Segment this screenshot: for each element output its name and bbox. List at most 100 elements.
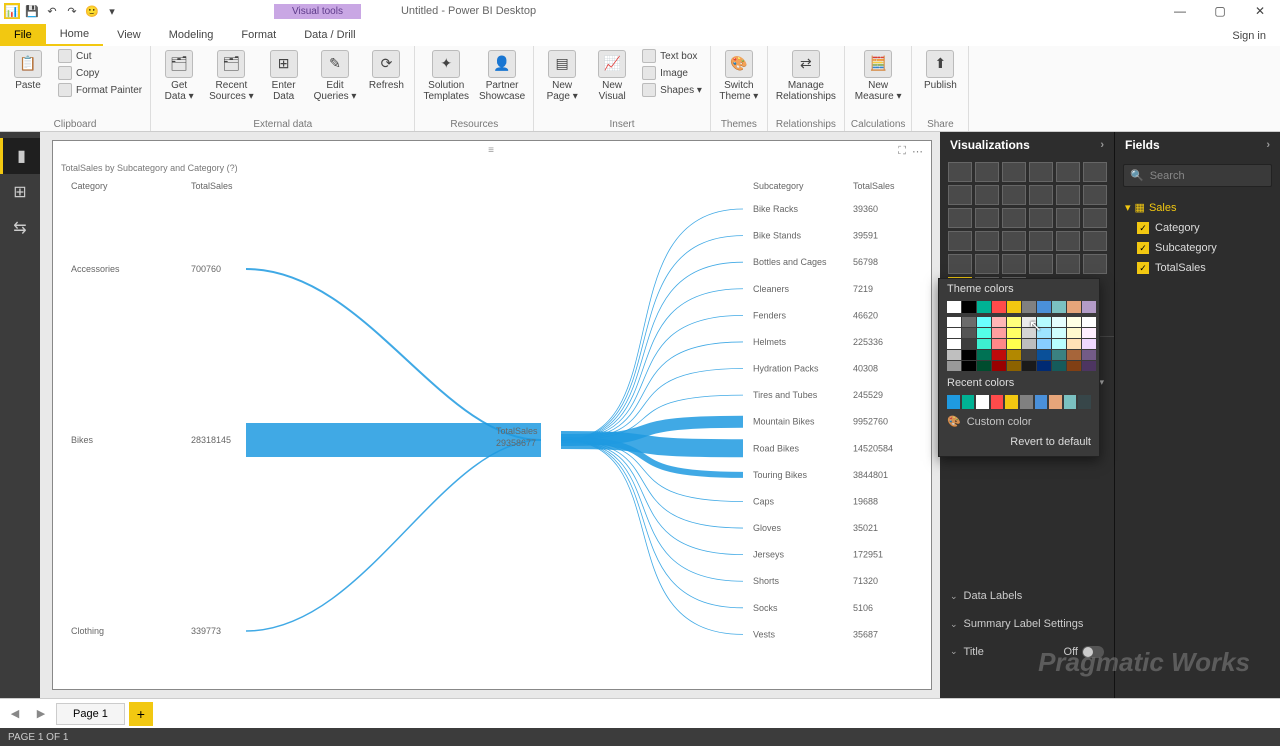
view-tab[interactable]: View [103,24,155,46]
table-node[interactable]: ▾▦Sales [1119,197,1276,218]
color-swatch[interactable] [1049,395,1062,409]
fields-search[interactable]: 🔍Search [1123,164,1272,187]
color-swatch[interactable] [947,317,961,327]
color-swatch[interactable] [992,317,1006,327]
checkbox-icon[interactable]: ✓ [1137,222,1149,234]
color-swatch[interactable] [976,395,989,409]
color-swatch[interactable] [1067,328,1081,338]
color-swatch[interactable] [992,339,1006,349]
color-swatch[interactable] [962,328,976,338]
more-options-icon[interactable]: ⋯ [912,145,923,158]
color-swatch[interactable] [1082,350,1096,360]
copy-button[interactable]: Copy [56,65,144,81]
page-prev-button[interactable]: ◀ [4,703,26,725]
color-swatch[interactable] [992,350,1006,360]
recent-sources-button[interactable]: 🗂Recent Sources ▾ [207,48,255,104]
cut-button[interactable]: Cut [56,48,144,64]
color-swatch[interactable] [947,328,961,338]
refresh-button[interactable]: ⟳Refresh [364,48,408,93]
report-view-icon[interactable]: ▮ [0,138,40,174]
datadrill-tab[interactable]: Data / Drill [290,24,369,46]
color-swatch[interactable] [1067,361,1081,371]
color-swatch[interactable] [1067,350,1081,360]
theme-shade-grid[interactable] [939,315,1099,373]
new-measure-button[interactable]: 🧮New Measure ▾ [853,48,904,104]
visual-type-icon[interactable] [975,162,999,182]
collapse-icon[interactable]: › [1100,139,1104,151]
color-swatch[interactable] [962,317,976,327]
textbox-button[interactable]: Text box [640,48,704,64]
manage-relationships-button[interactable]: ⇄Manage Relationships [774,48,838,104]
revert-default-link[interactable]: Revert to default [939,432,1099,452]
close-button[interactable]: ✕ [1240,0,1280,22]
visual-type-icon[interactable] [1002,231,1026,251]
field-item[interactable]: ✓Subcategory [1119,238,1276,258]
color-swatch[interactable] [947,339,961,349]
color-swatch[interactable] [947,350,961,360]
color-swatch[interactable] [1067,301,1081,313]
color-swatch[interactable] [1020,395,1033,409]
add-page-button[interactable]: + [129,702,153,726]
color-swatch[interactable] [1037,301,1051,313]
model-view-icon[interactable]: ⇆ [0,210,40,246]
visual-type-icon[interactable] [1002,254,1026,274]
summary-label-section[interactable]: ⌄Summary Label Settings [940,610,1114,638]
color-swatch[interactable] [1007,339,1021,349]
visual-type-icon[interactable] [948,162,972,182]
field-item[interactable]: ✓Category [1119,218,1276,238]
color-swatch[interactable] [1022,301,1036,313]
color-swatch[interactable] [1067,317,1081,327]
color-swatch[interactable] [1052,339,1066,349]
color-swatch[interactable] [1078,395,1091,409]
color-swatch[interactable] [992,361,1006,371]
color-swatch[interactable] [1037,317,1051,327]
color-swatch[interactable] [992,328,1006,338]
color-swatch[interactable] [1082,317,1096,327]
color-swatch[interactable] [962,339,976,349]
edit-queries-button[interactable]: ✎Edit Queries ▾ [312,48,359,104]
visual-type-icon[interactable] [948,231,972,251]
checkbox-icon[interactable]: ✓ [1137,242,1149,254]
file-tab[interactable]: File [0,24,46,46]
visual-type-icon[interactable] [975,208,999,228]
visual-type-icon[interactable] [1029,185,1053,205]
visual-type-icon[interactable] [1083,208,1107,228]
visual-type-icon[interactable] [1029,254,1053,274]
color-swatch[interactable] [1052,301,1066,313]
color-swatch[interactable] [1007,301,1021,313]
new-visual-button[interactable]: 📈New Visual [590,48,634,104]
color-swatch[interactable] [977,301,991,313]
color-swatch[interactable] [1035,395,1048,409]
color-swatch[interactable] [962,395,975,409]
color-swatch[interactable] [991,395,1004,409]
color-swatch[interactable] [947,395,960,409]
color-swatch[interactable] [1022,328,1036,338]
color-swatch[interactable] [1022,317,1036,327]
visual-type-icon[interactable] [1083,254,1107,274]
visual-drag-grip[interactable]: ≡ [488,145,496,156]
new-page-button[interactable]: ▤New Page ▾ [540,48,584,104]
color-swatch[interactable] [1007,317,1021,327]
publish-button[interactable]: ⬆Publish [918,48,962,93]
solution-templates-button[interactable]: ✦Solution Templates [421,48,471,104]
color-swatch[interactable] [977,350,991,360]
color-swatch[interactable] [1067,339,1081,349]
visual-type-icon[interactable] [948,254,972,274]
qat-save-icon[interactable]: 💾 [24,3,40,19]
image-button[interactable]: Image [640,65,704,81]
field-item[interactable]: ✓TotalSales [1119,258,1276,278]
report-canvas[interactable]: ≡ ⛶ ⋯ TotalSales by Subcategory and Cate… [52,140,932,690]
color-swatch[interactable] [977,328,991,338]
qat-smiley-icon[interactable]: 🙂 [84,3,100,19]
color-swatch[interactable] [962,361,976,371]
visual-type-icon[interactable] [1056,208,1080,228]
visual-type-icon[interactable] [1056,231,1080,251]
color-swatch[interactable] [962,301,976,313]
color-swatch[interactable] [1082,328,1096,338]
color-swatch[interactable] [1082,339,1096,349]
visual-type-icon[interactable] [975,185,999,205]
visual-type-icon[interactable] [1056,162,1080,182]
enter-data-button[interactable]: ⊞Enter Data [262,48,306,104]
data-labels-section[interactable]: ⌄Data Labels [940,582,1114,610]
checkbox-icon[interactable]: ✓ [1137,262,1149,274]
